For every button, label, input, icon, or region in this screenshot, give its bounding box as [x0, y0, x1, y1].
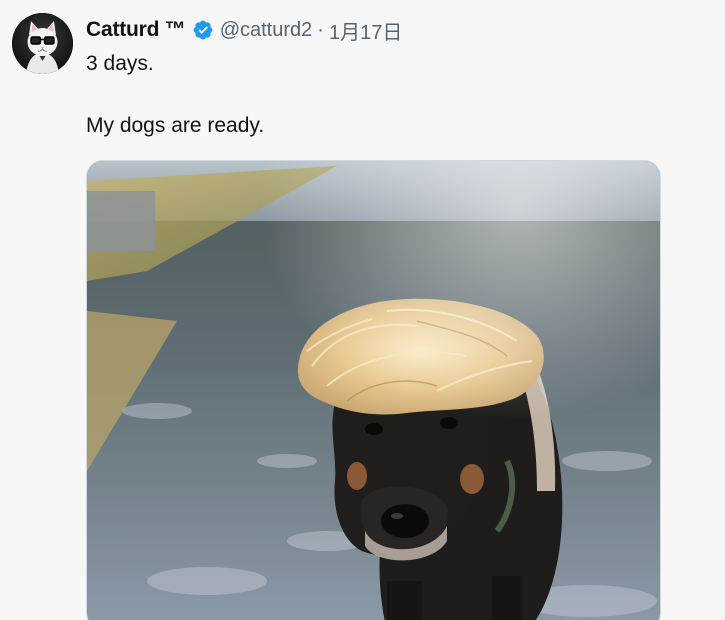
separator-dot: · — [317, 18, 324, 41]
tweet-text-line-1: 3 days. — [86, 52, 154, 75]
author-display-name[interactable]: Catturd ™ — [86, 18, 186, 42]
tweet-photo[interactable] — [86, 160, 661, 620]
cat-avatar-icon — [12, 13, 73, 74]
tweet-header: Catturd ™ @catturd2 · 1月17日 — [86, 16, 402, 44]
tweet[interactable]: Catturd ™ @catturd2 · 1月17日 3 days. My d… — [0, 0, 725, 620]
author-handle[interactable]: @catturd2 — [220, 19, 313, 42]
tweet-text-line-2: My dogs are ready. — [86, 114, 265, 137]
author-avatar[interactable] — [12, 13, 73, 74]
verified-badge-icon[interactable] — [192, 19, 214, 41]
tweet-date[interactable]: 1月17日 — [329, 16, 402, 45]
dog-in-wig-photo-icon — [87, 161, 660, 620]
